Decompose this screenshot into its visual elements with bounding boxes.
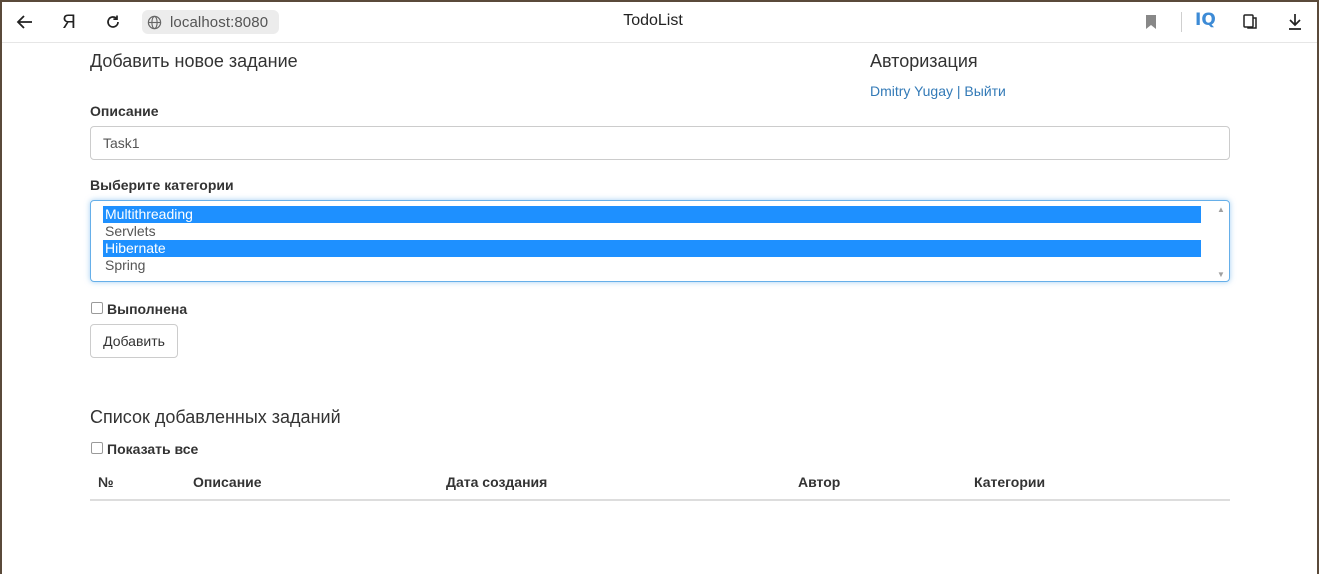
bookmark-icon[interactable] xyxy=(1138,9,1164,35)
description-input[interactable]: Task1 xyxy=(90,126,1230,160)
add-button[interactable]: Добавить xyxy=(90,324,178,358)
browser-toolbar: Я localhost:8080 TodoList IQ xyxy=(0,0,1319,43)
iq-icon[interactable]: IQ xyxy=(1195,10,1216,30)
column-header-author: Автор xyxy=(798,474,841,490)
column-header-categories: Категории xyxy=(974,474,1046,490)
tab-title: TodoList xyxy=(623,12,683,29)
scroll-down-icon[interactable]: ▼ xyxy=(1217,270,1225,279)
user-name-link[interactable]: Dmitry Yugay xyxy=(870,83,953,99)
column-header-number: № xyxy=(98,474,114,490)
auth-separator: | xyxy=(953,83,965,99)
tasks-table-header: № Описание Дата создания Автор Категории xyxy=(90,466,1230,501)
category-option[interactable]: Servlets xyxy=(103,223,1201,240)
category-option[interactable]: Spring xyxy=(103,257,1201,274)
done-label: Выполнена xyxy=(107,301,188,317)
auth-links: Dmitry Yugay | Выйти xyxy=(870,83,1006,99)
category-option[interactable]: Multithreading xyxy=(103,206,1201,223)
categories-label: Выберите категории xyxy=(90,177,234,193)
show-all-label: Показать все xyxy=(107,441,199,457)
show-all-checkbox[interactable] xyxy=(91,442,103,454)
logout-link[interactable]: Выйти xyxy=(964,83,1005,99)
download-icon[interactable] xyxy=(1282,9,1308,35)
description-label: Описание xyxy=(90,103,159,119)
scroll-up-icon[interactable]: ▲ xyxy=(1217,205,1225,214)
category-option[interactable]: Hibernate xyxy=(103,240,1201,257)
done-checkbox[interactable] xyxy=(91,302,103,314)
select-scrollbar[interactable]: ▲ ▼ xyxy=(1215,203,1227,279)
auth-heading: Авторизация xyxy=(870,51,978,71)
toolbar-divider xyxy=(1181,12,1182,32)
column-header-created: Дата создания xyxy=(446,474,548,490)
add-task-heading: Добавить новое задание xyxy=(90,51,298,71)
categories-select[interactable]: Multithreading Servlets Hibernate Spring… xyxy=(90,200,1230,282)
column-header-description: Описание xyxy=(193,474,262,490)
task-list-heading: Список добавленных заданий xyxy=(90,407,341,427)
reader-mode-icon[interactable] xyxy=(1238,9,1264,35)
